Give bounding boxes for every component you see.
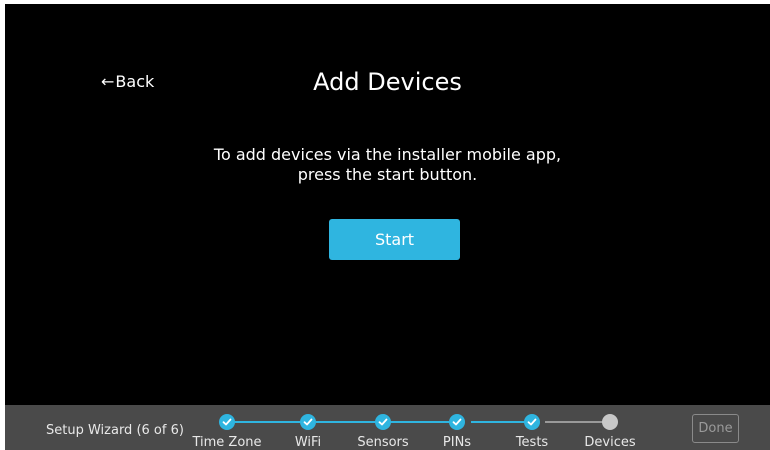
step-progress: Time Zone WiFi Sensors PINs Tests Device… xyxy=(5,405,770,450)
step-label-tests: Tests xyxy=(515,435,549,450)
instructions-text: To add devices via the installer mobile … xyxy=(5,145,770,185)
step-connector xyxy=(545,421,604,423)
main-panel: ← Back Add Devices To add devices via th… xyxy=(5,4,770,404)
instruction-line-2: press the start button. xyxy=(297,165,478,184)
done-button[interactable]: Done xyxy=(692,414,739,443)
step-connector xyxy=(234,421,301,423)
step-label-sensors: Sensors xyxy=(357,435,409,450)
step-connector xyxy=(390,421,457,423)
step-connector xyxy=(471,421,531,423)
page-title: Add Devices xyxy=(313,68,462,96)
step-devices-dot-icon xyxy=(602,414,618,430)
step-pins-check-icon xyxy=(449,414,465,430)
instruction-line-1: To add devices via the installer mobile … xyxy=(213,145,562,164)
wizard-footer: Setup Wizard (6 of 6) Time Zone WiFi Sen… xyxy=(5,405,770,450)
setup-wizard-screen: ← Back Add Devices To add devices via th… xyxy=(5,4,770,450)
step-tests-check-icon xyxy=(524,414,540,430)
step-label-wifi: WiFi xyxy=(294,435,322,450)
step-wifi-check-icon xyxy=(300,414,316,430)
step-label-devices: Devices xyxy=(584,435,636,450)
step-sensors-check-icon xyxy=(375,414,391,430)
step-label-time-zone: Time Zone xyxy=(192,435,262,450)
step-label-pins: PINs xyxy=(442,435,472,450)
start-button[interactable]: Start xyxy=(329,219,460,260)
step-connector xyxy=(316,421,376,423)
step-time-zone-check-icon xyxy=(219,414,235,430)
